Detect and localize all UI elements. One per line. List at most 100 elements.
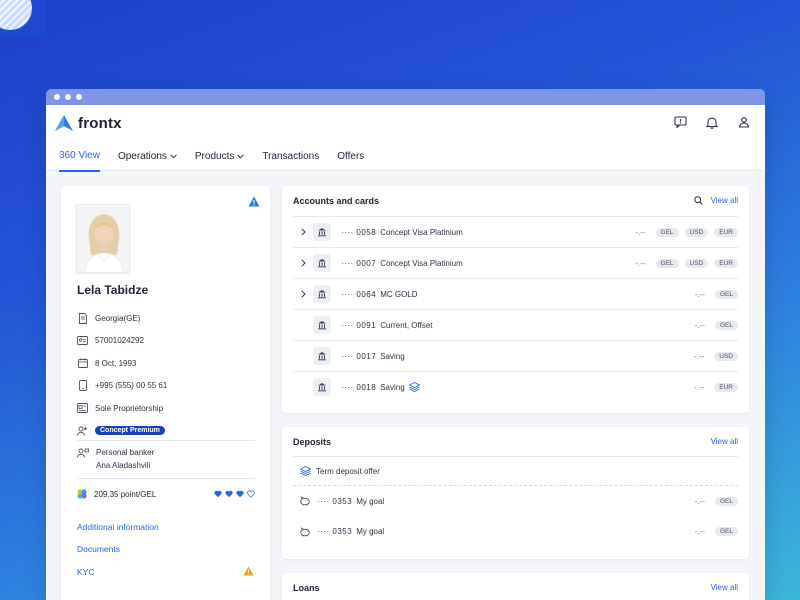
profile-info-list: Georgia(GE) 57001024292 8 Oct, 1993 +995… [77,307,257,442]
account-balances: -.-- EUR [694,382,738,392]
search-icon[interactable] [693,196,703,205]
bank-icon [313,316,331,334]
deposit-amount: -.-- [694,527,705,536]
tab-offers[interactable]: Offers [337,150,364,172]
kyc-link[interactable]: KYC [77,567,94,577]
banker-name: Ana Aladashvili [96,461,151,470]
currency-badge: EUR [714,227,738,237]
tab-360-view[interactable]: 360 View [59,150,100,172]
window-dot[interactable] [76,94,82,100]
warning-icon[interactable] [248,196,260,207]
user-icon[interactable] [737,115,751,129]
app-logo[interactable]: frontx [54,114,122,132]
account-info: ···· 0007 Concept Visa Platinium [341,259,463,268]
accounts-title: Accounts and cards [293,196,380,206]
account-name: Saving [380,382,405,392]
loans-view-all-link[interactable]: View all [711,583,738,592]
top-icons [673,115,751,129]
tab-products[interactable]: Products [195,150,245,172]
account-balances: -.-- GEL USD EUR [635,258,738,268]
chevron-right-icon[interactable] [297,259,309,267]
banker-label: Personal banker [96,448,155,457]
birthdate-value: 8 Oct, 1993 [95,358,137,368]
message-alert-icon[interactable] [673,115,687,129]
loans-panel: Loans View all [282,573,749,600]
deposits-view-all-link[interactable]: View all [711,437,738,446]
account-row[interactable]: ···· 0007 Concept Visa Platinium -.-- GEL… [293,247,738,278]
deposit-info: ···· 0353 My goal [317,497,384,506]
avatar [76,204,130,273]
business-type-value: Sole Proprietorship [95,403,164,413]
deposits-title: Deposits [293,437,332,447]
account-amount: -.-- [694,289,705,299]
kyc-warning-icon[interactable] [243,566,254,576]
account-row[interactable]: ···· 0064 MC GOLD -.-- GEL [293,278,738,309]
deposit-mask: ···· 0353 [317,496,353,506]
term-deposit-offer[interactable]: Term deposit offer [293,456,738,485]
account-row[interactable]: ···· 0017 Saving -.-- USD [293,340,738,371]
hearts-rating [214,490,255,498]
top-bar: frontx 360 View Operations Products Tran… [46,105,765,172]
points-icon [77,489,87,499]
account-row[interactable]: ···· 0018 Saving -.-- EUR [293,371,738,402]
loans-title: Loans [293,583,320,593]
tab-label: Transactions [262,151,320,162]
bank-icon [313,378,331,396]
chevron-right-icon[interactable] [297,290,309,298]
deposit-row[interactable]: ···· 0353 My goal -.-- GEL [293,485,738,516]
deposit-row[interactable]: ···· 0353 My goal -.-- GEL [293,516,738,547]
window-dot[interactable] [54,94,60,100]
chevron-right-icon[interactable] [297,228,309,236]
account-info: ···· 0018 Saving [341,382,420,392]
tab-transactions[interactable]: Transactions [262,150,319,172]
additional-info-link[interactable]: Additional information [77,522,159,532]
account-mask: ···· 0058 [341,227,377,237]
deposit-balance: -.-- GEL [695,527,738,536]
account-row[interactable]: ···· 0091 Current, Offset -.-- GEL [293,309,738,340]
account-mask: ···· 0017 [341,351,377,361]
layers-icon [300,466,311,476]
segment-row: Concept Premium [77,420,257,443]
account-name: Concept Visa Platinium [380,227,463,237]
business-card-icon [77,403,88,414]
account-info: ···· 0091 Current, Offset [341,321,433,330]
id-row: 57001024292 [77,330,257,353]
account-mask: ···· 0018 [341,382,377,392]
window-dot[interactable] [65,94,71,100]
app-window: frontx 360 View Operations Products Tran… [46,89,765,600]
currency-badge: USD [684,258,709,268]
bank-icon [313,223,331,241]
account-row[interactable]: ···· 0058 Concept Visa Platinium -.-- GEL… [293,216,738,247]
bell-icon[interactable] [705,115,719,129]
account-amount: -.-- [635,258,646,268]
points-value: 209.35 point/GEL [94,489,157,499]
account-balances: -.-- USD [694,351,738,361]
currency-badge: GEL [714,289,738,299]
logo-icon [55,115,73,131]
account-balances: -.-- GEL [694,289,738,299]
account-amount: -.-- [694,351,705,361]
loyalty-points: 209.35 point/GEL [77,489,255,499]
bank-icon [313,285,331,303]
layers-icon [408,382,420,392]
currency-badge: GEL [714,320,738,330]
currency-badge: EUR [714,258,738,268]
account-info: ···· 0064 MC GOLD [341,290,418,299]
main-nav: 360 View Operations Products Transaction… [59,150,364,172]
tab-operations[interactable]: Operations [118,150,177,172]
accounts-view-all-link[interactable]: View all [711,196,738,205]
avatar-photo [77,205,129,272]
deposit-name: My goal [356,527,385,536]
id-number-value: 57001024292 [95,336,144,346]
piggy-bank-icon [300,496,310,506]
account-info: ···· 0017 Saving [341,352,405,361]
deposit-balance: -.-- GEL [694,496,738,506]
documents-link[interactable]: Documents [77,544,120,554]
account-name: Concept Visa Platinium [380,258,463,268]
window-titlebar [46,89,765,105]
heart-filled-icon [225,490,233,498]
bank-icon [313,254,331,272]
id-card-icon [77,335,88,346]
profile-card: Lela Tabidze Georgia(GE) 57001024292 8 O… [61,186,270,600]
deposit-amount: -.-- [694,496,705,506]
